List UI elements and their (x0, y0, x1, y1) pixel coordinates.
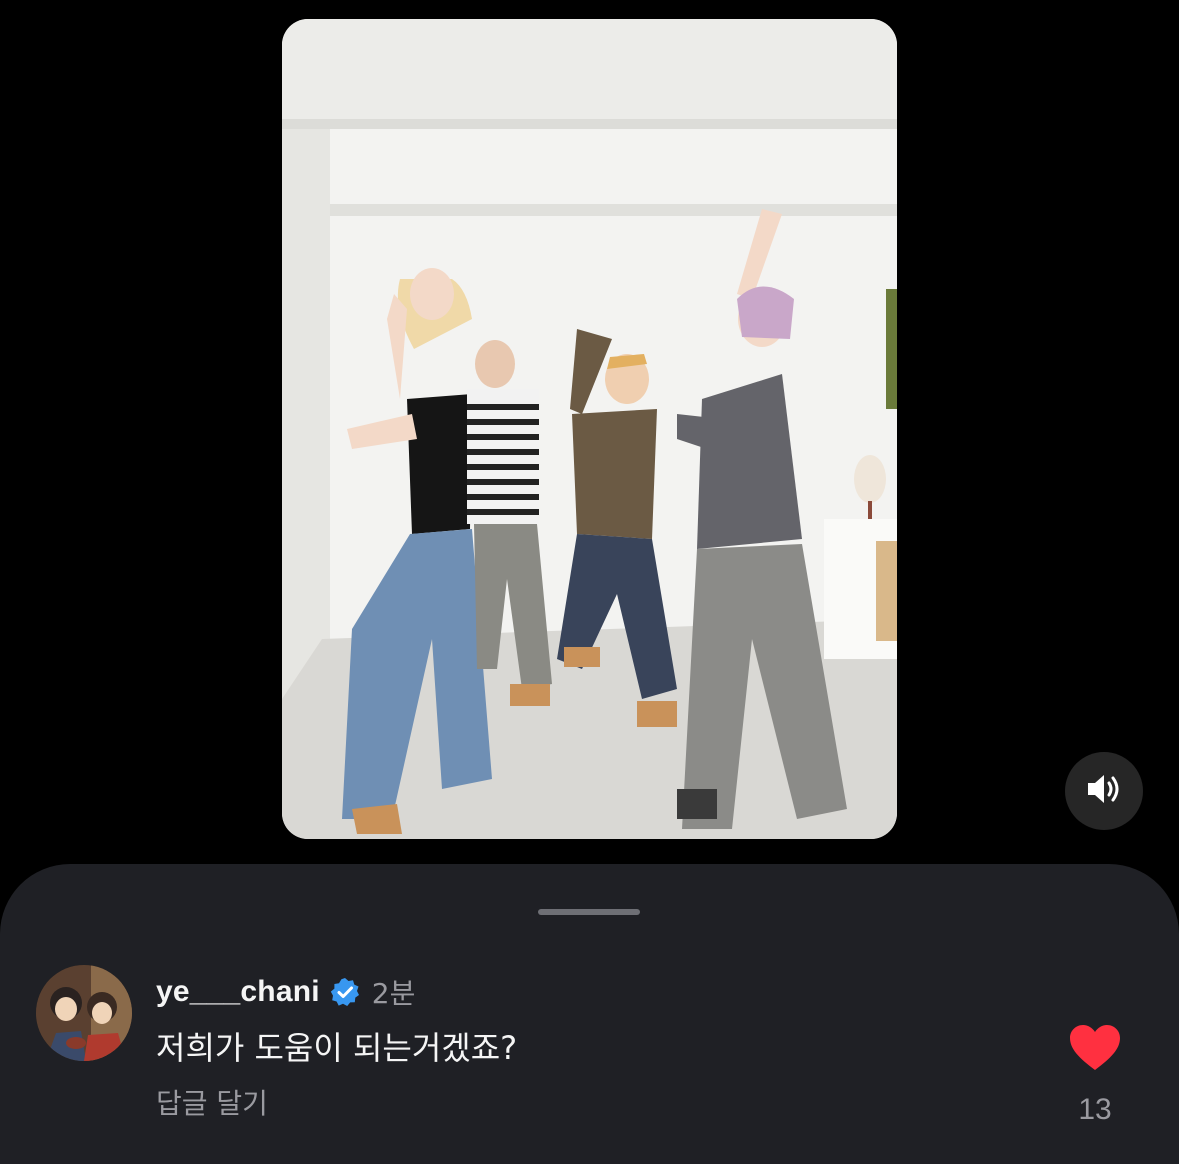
heart-icon (1069, 1025, 1121, 1076)
comments-sheet: ye___chani 2분 저희가 도움이 되는거겠죠? 답글 달기 13 (0, 864, 1179, 1164)
comment-username[interactable]: ye___chani (156, 975, 320, 1009)
video-frame (282, 19, 897, 839)
verified-badge-icon (330, 977, 360, 1007)
comment-timestamp: 2분 (371, 977, 416, 1010)
speaker-icon (1086, 772, 1122, 810)
profile-avatar[interactable] (36, 965, 132, 1061)
sheet-grab-handle[interactable] (538, 909, 640, 915)
like-button[interactable] (1069, 1024, 1121, 1072)
reply-button[interactable]: 답글 달기 (156, 1082, 268, 1122)
comment-header: ye___chani 2분 (156, 970, 415, 1014)
sound-toggle-button[interactable] (1065, 752, 1143, 830)
video-player[interactable] (282, 19, 897, 839)
comment-body: 저희가 도움이 되는거겠죠? (156, 1029, 518, 1067)
like-count: 13 (1078, 1093, 1112, 1126)
